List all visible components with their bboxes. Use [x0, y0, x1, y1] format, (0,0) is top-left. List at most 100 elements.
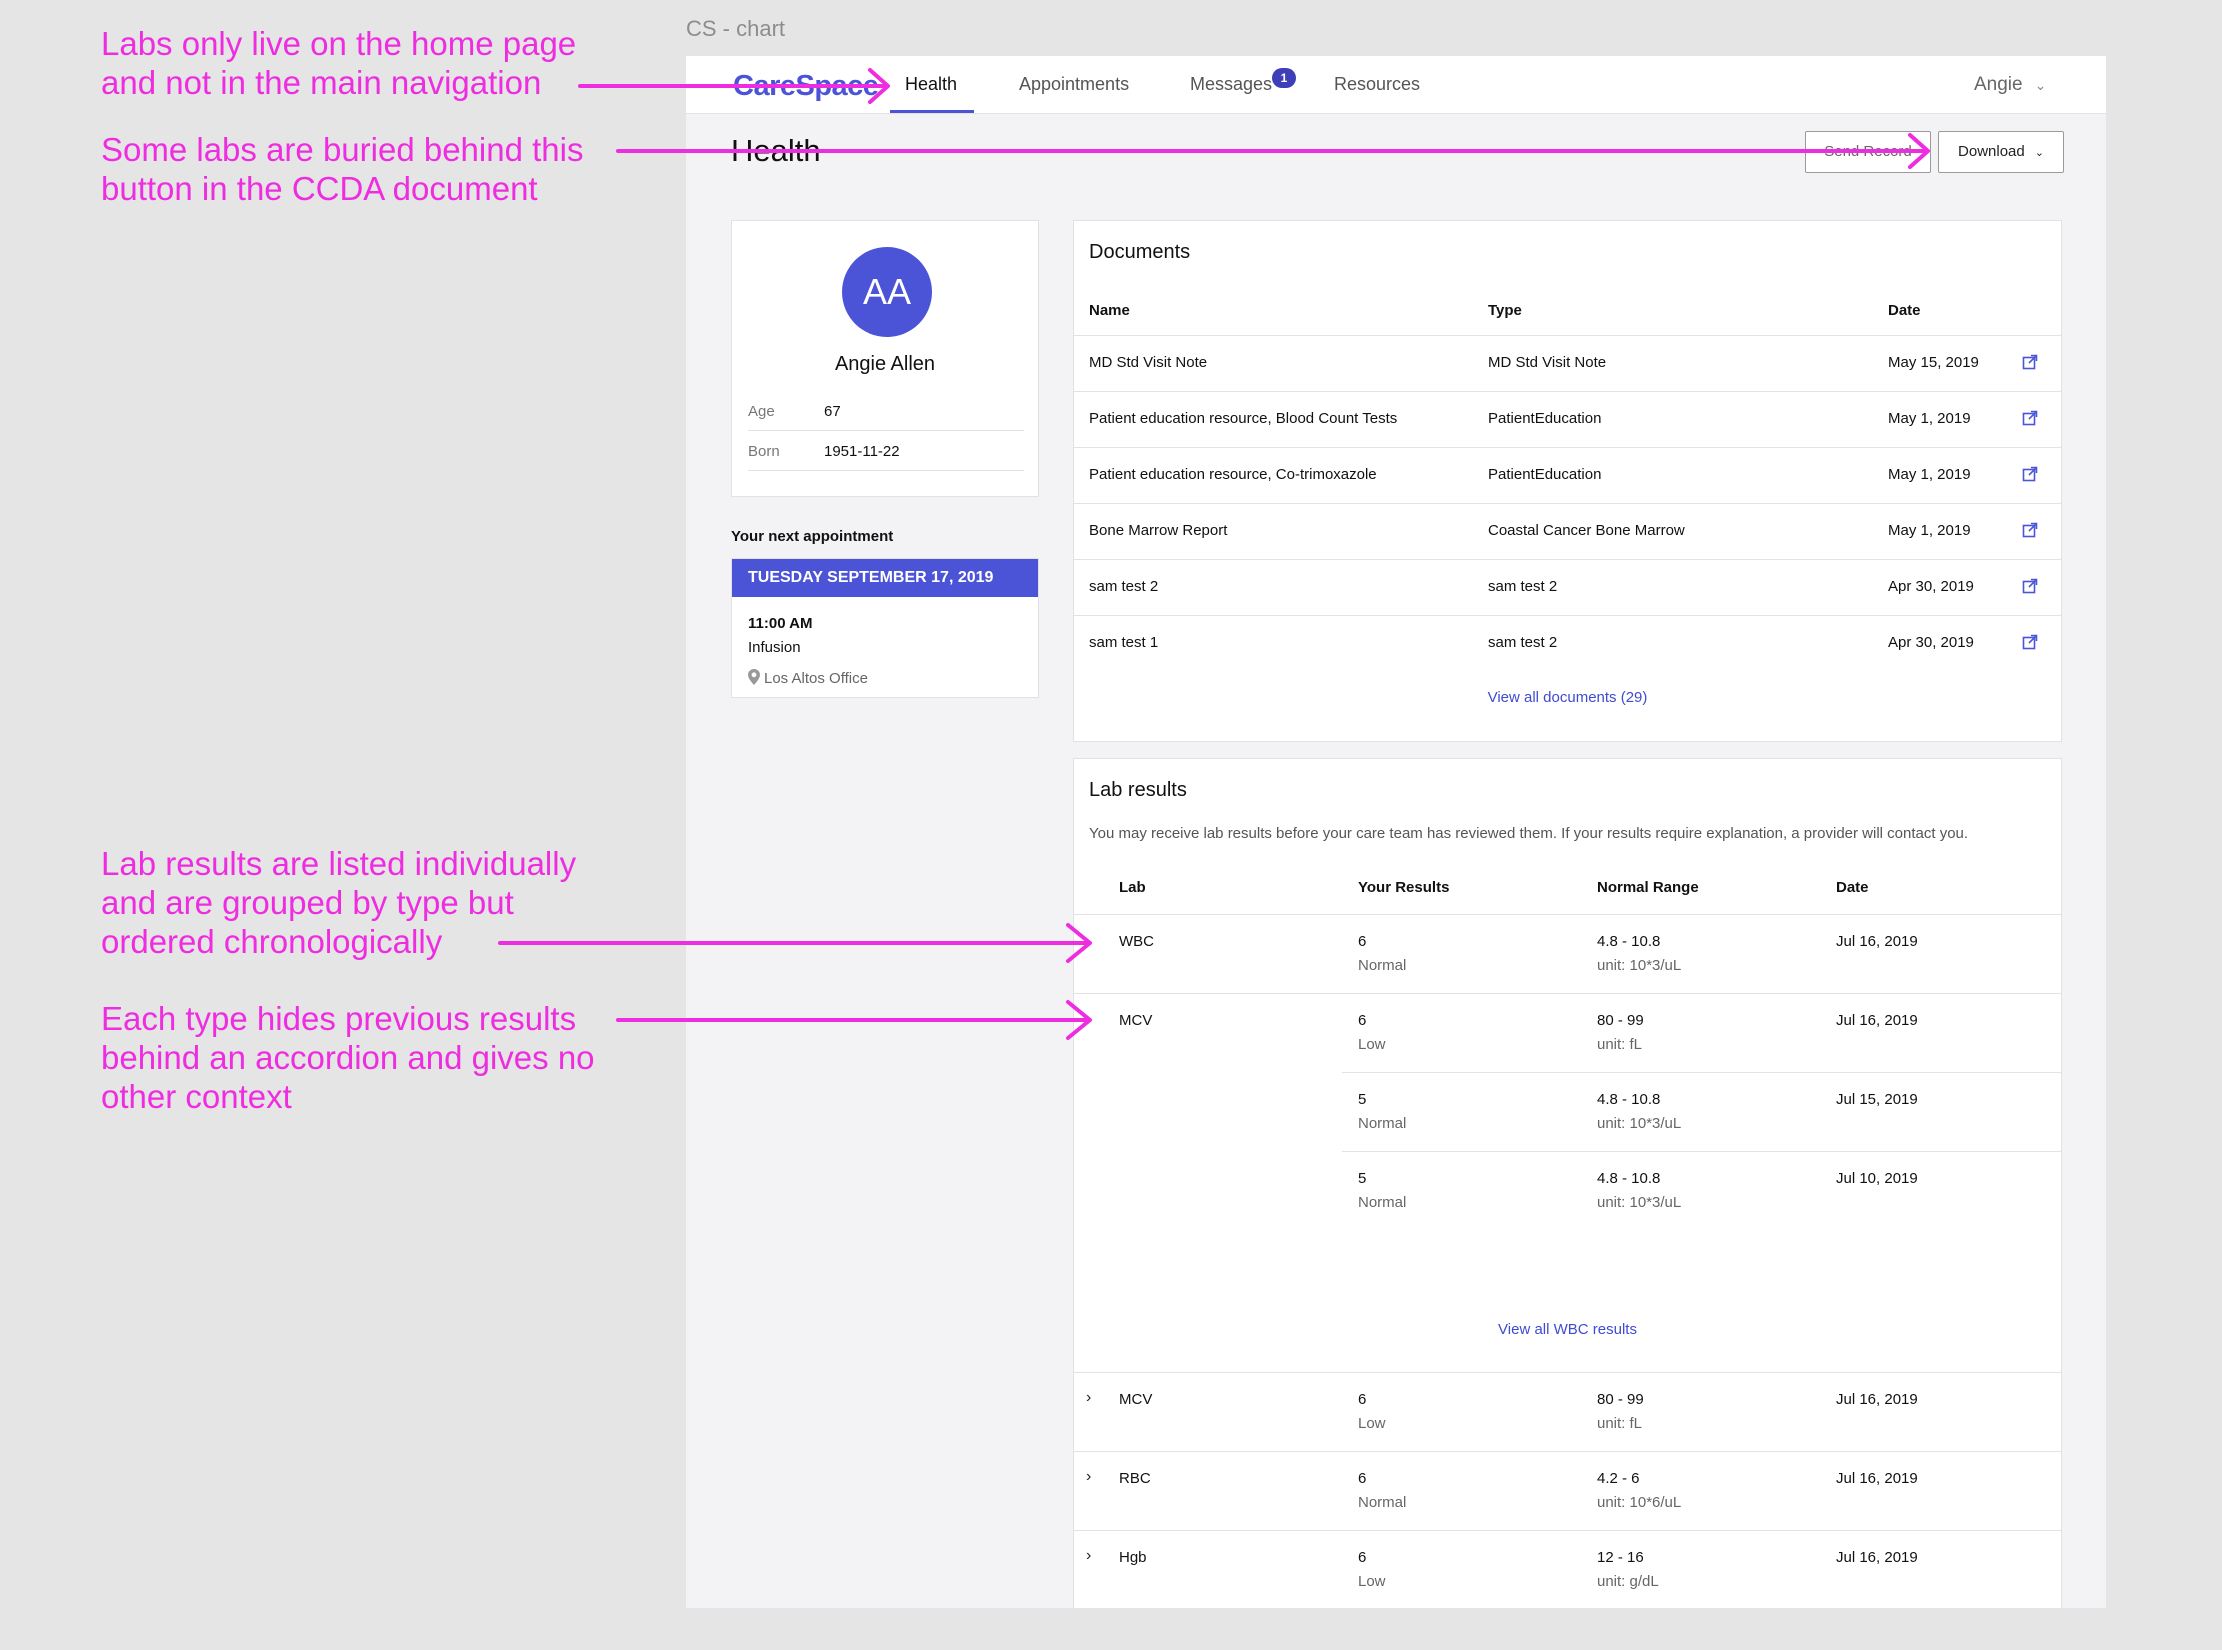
- open-external-icon[interactable]: [2022, 410, 2038, 426]
- lab-row: MCV 6 Low 80 - 99 unit: fL Jul 16, 2019: [1074, 993, 2061, 1072]
- lab-value: 6: [1358, 1012, 1367, 1029]
- annotation-line: ordered chronologically: [101, 923, 443, 960]
- documents-header-type: Type: [1488, 302, 1522, 319]
- view-all-wbc-link[interactable]: View all WBC results: [1074, 1321, 2061, 1338]
- chevron-right-icon[interactable]: ›: [1086, 1389, 1091, 1407]
- annotation-line: Lab results are listed individually: [101, 845, 577, 882]
- annotation-navigation: Labs only live on the home page and not …: [101, 24, 576, 102]
- lab-accordion-row[interactable]: › Hgb 6 Low 12 - 16 unit: g/dL Jul 16, 2019: [1074, 1530, 2061, 1608]
- annotation-line: Each type hides previous results: [101, 1000, 577, 1037]
- document-name[interactable]: Patient education resource, Co-trimoxazo…: [1089, 466, 1377, 483]
- avatar: AA: [842, 247, 932, 337]
- lab-date: Jul 16, 2019: [1836, 1391, 1918, 1408]
- appointment-location-text: Los Altos Office: [764, 670, 868, 687]
- lab-range: 4.8 - 10.8: [1597, 1091, 1661, 1108]
- lab-status: Normal: [1358, 1115, 1407, 1132]
- document-row[interactable]: Patient education resource, Blood Count …: [1074, 391, 2061, 447]
- document-date: May 1, 2019: [1888, 410, 1971, 427]
- lab-unit: unit: fL: [1597, 1415, 1643, 1432]
- send-record-button[interactable]: Send Record: [1805, 131, 1931, 173]
- document-row[interactable]: MD Std Visit Note MD Std Visit Note May 15…: [1074, 335, 2061, 391]
- lab-date: Jul 15, 2019: [1836, 1091, 1918, 1108]
- top-navigation: CareSpace Health Appointments Messages 1…: [686, 56, 2106, 114]
- nav-tab-health[interactable]: Health: [905, 74, 957, 95]
- annotation-ccda: Some labs are buried behind this button …: [101, 130, 583, 208]
- download-label: Download: [1958, 143, 2025, 160]
- lab-status: Normal: [1358, 1494, 1407, 1511]
- document-date: Apr 30, 2019: [1888, 578, 1974, 595]
- messages-unread-badge: 1: [1272, 68, 1296, 88]
- lab-status: Normal: [1358, 957, 1407, 974]
- document-type: Coastal Cancer Bone Marrow: [1488, 522, 1685, 539]
- open-external-icon[interactable]: [2022, 634, 2038, 650]
- nav-tab-messages[interactable]: Messages: [1190, 74, 1272, 95]
- document-name[interactable]: Bone Marrow Report: [1089, 522, 1227, 539]
- age-value: 67: [824, 403, 841, 420]
- appointment-card[interactable]: TUESDAY SEPTEMBER 17, 2019 11:00 AM Infu…: [731, 558, 1039, 698]
- lab-date: Jul 16, 2019: [1836, 1012, 1918, 1029]
- document-name[interactable]: MD Std Visit Note: [1089, 354, 1207, 371]
- lab-row: 5 Normal 4.8 - 10.8 unit: 10*3/uL Jul 15, 20…: [1342, 1072, 2061, 1151]
- lab-results-title: Lab results: [1089, 779, 1187, 801]
- chevron-right-icon[interactable]: ›: [1086, 1547, 1091, 1565]
- lab-name: Hgb: [1119, 1549, 1147, 1566]
- documents-header-date: Date: [1888, 302, 1921, 319]
- document-row[interactable]: Patient education resource, Co-trimoxazo…: [1074, 447, 2061, 503]
- lab-results-card: Lab results You may receive lab results …: [1073, 758, 2062, 1608]
- annotation-line: and are grouped by type but: [101, 884, 514, 921]
- user-menu[interactable]: Angie ⌄: [1974, 74, 2046, 96]
- open-external-icon[interactable]: [2022, 466, 2038, 482]
- lab-value: 6: [1358, 1549, 1367, 1566]
- document-date: May 1, 2019: [1888, 466, 1971, 483]
- lab-name: RBC: [1119, 1470, 1151, 1487]
- document-type: PatientEducation: [1488, 466, 1602, 483]
- view-all-documents-link[interactable]: View all documents (29): [1074, 689, 2061, 706]
- lab-name: WBC: [1119, 933, 1154, 950]
- document-type: sam test 2: [1488, 634, 1558, 651]
- lab-value: 5: [1358, 1170, 1367, 1187]
- lab-range: 80 - 99: [1597, 1391, 1644, 1408]
- open-external-icon[interactable]: [2022, 578, 2038, 594]
- document-row[interactable]: sam test 1 sam test 2 Apr 30, 2019: [1074, 615, 2061, 671]
- open-external-icon[interactable]: [2022, 522, 2038, 538]
- annotation-line: Labs only live on the home page: [101, 25, 577, 62]
- document-row[interactable]: Bone Marrow Report Coastal Cancer Bone Ma…: [1074, 503, 2061, 559]
- chevron-right-icon[interactable]: ›: [1086, 1468, 1091, 1486]
- age-row: Age 67: [748, 391, 1024, 431]
- lab-unit: unit: 10*3/uL: [1597, 957, 1682, 974]
- annotation-line: other context: [101, 1078, 292, 1115]
- lab-value: 6: [1358, 933, 1367, 950]
- document-type: MD Std Visit Note: [1488, 354, 1607, 371]
- nav-tab-appointments[interactable]: Appointments: [1019, 74, 1129, 95]
- profile-card: AA Angie Allen Age 67 Born 1951-11-22: [731, 220, 1039, 497]
- lab-accordion-row[interactable]: › RBC 6 Normal 4.2 - 6 unit: 10*6/uL Jul 16, 2…: [1074, 1451, 2061, 1530]
- document-name[interactable]: sam test 2: [1089, 578, 1158, 595]
- lab-unit: unit: g/dL: [1597, 1573, 1659, 1590]
- lab-name: MCV: [1119, 1391, 1153, 1408]
- appointment-time: 11:00 AM: [748, 615, 813, 632]
- carespace-logo[interactable]: CareSpace: [733, 70, 879, 103]
- user-name: Angie: [1974, 74, 2023, 95]
- lab-accordion-row[interactable]: › MCV 6 Low 80 - 99 unit: fL Jul 16, 2019: [1074, 1372, 2061, 1451]
- lab-range: 4.8 - 10.8: [1597, 933, 1661, 950]
- open-external-icon[interactable]: [2022, 354, 2038, 370]
- born-label: Born: [748, 443, 780, 460]
- lab-unit: unit: fL: [1597, 1036, 1643, 1053]
- lab-unit: unit: 10*6/uL: [1597, 1494, 1682, 1511]
- born-value: 1951-11-22: [824, 443, 900, 460]
- documents-card: Documents Name Type Date MD Std Visit No…: [1073, 220, 2062, 742]
- document-name[interactable]: sam test 1: [1089, 634, 1158, 651]
- appointment-date: TUESDAY SEPTEMBER 17, 2019: [732, 559, 1038, 597]
- lab-unit: unit: 10*3/uL: [1597, 1194, 1682, 1211]
- chevron-down-icon: ⌄: [2034, 77, 2047, 93]
- labs-header-date: Date: [1836, 879, 1869, 896]
- age-label: Age: [748, 403, 775, 420]
- nav-tab-resources[interactable]: Resources: [1334, 74, 1420, 95]
- document-name[interactable]: Patient education resource, Blood Count …: [1089, 410, 1397, 427]
- lab-date: Jul 16, 2019: [1836, 1549, 1918, 1566]
- annotation-line: and not in the main navigation: [101, 64, 542, 101]
- annotation-lab-listing: Lab results are listed individually and …: [101, 844, 576, 961]
- location-pin-icon: [748, 669, 760, 685]
- download-button[interactable]: Download ⌄: [1938, 131, 2064, 173]
- document-row[interactable]: sam test 2 sam test 2 Apr 30, 2019: [1074, 559, 2061, 615]
